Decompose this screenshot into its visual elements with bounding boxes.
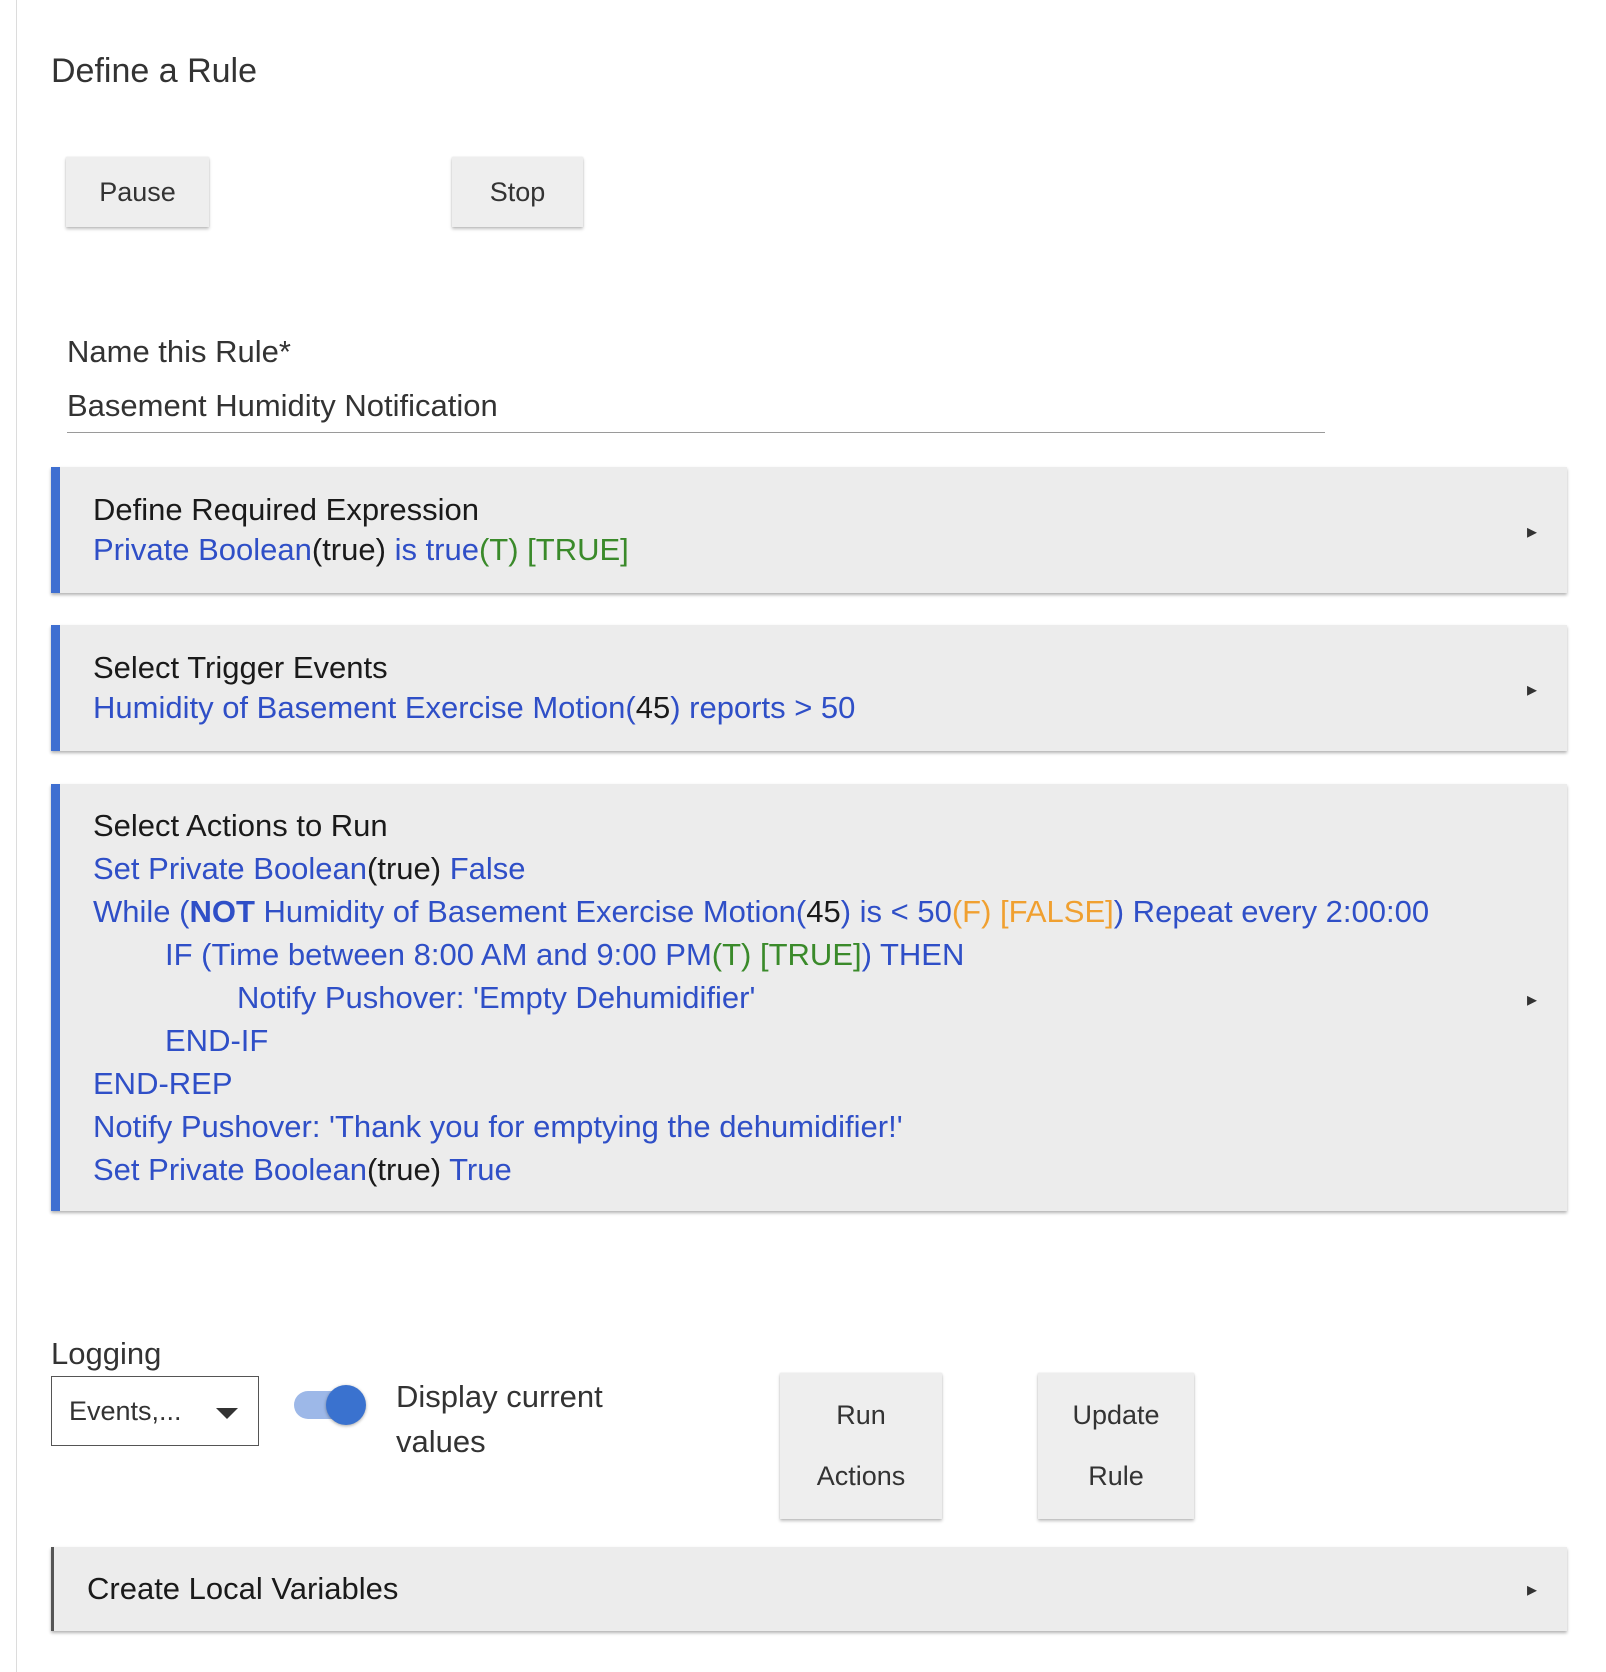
trigger-events-panel[interactable]: Select Trigger Events Humidity of Baseme…	[51, 625, 1567, 751]
action-line: Notify Pushover: 'Thank you for emptying…	[93, 1109, 903, 1144]
trigger-part: Humidity of Basement Exercise Motion(	[93, 690, 636, 725]
required-expression-panel[interactable]: Define Required Expression Private Boole…	[51, 467, 1567, 593]
run-actions-button[interactable]: Run Actions	[780, 1373, 942, 1519]
action-part: IF (Time between 8:00 AM and 9:00 PM	[165, 937, 712, 972]
action-part: True	[441, 1152, 512, 1187]
action-part: (true)	[367, 1152, 442, 1187]
action-line: Set Private Boolean(true) False	[93, 847, 1567, 890]
action-part: Set Private Boolean	[93, 1152, 368, 1187]
action-line: END-REP	[93, 1066, 233, 1101]
required-expression-heading: Define Required Expression	[93, 492, 479, 527]
update-rule-label-line1: Update	[1072, 1400, 1160, 1430]
action-line: END-IF	[165, 1023, 269, 1058]
rule-name-label: Name this Rule*	[67, 334, 291, 369]
action-part: 45	[806, 894, 841, 929]
logging-select-value: Events,...	[69, 1395, 182, 1426]
action-part: Set Private Boolean	[93, 851, 368, 886]
left-border	[16, 0, 17, 1672]
action-part: ) is < 50	[840, 894, 952, 929]
expand-arrow-icon[interactable]: ▸	[1527, 987, 1537, 1012]
action-part: ) THEN	[861, 937, 965, 972]
action-part: (T) [TRUE]	[711, 937, 862, 972]
expr-part: (T) [TRUE]	[478, 532, 629, 567]
action-part: (F) [FALSE]	[951, 894, 1114, 929]
rule-name-input[interactable]	[67, 380, 1325, 433]
action-part: NOT	[189, 894, 255, 929]
expand-arrow-icon[interactable]: ▸	[1527, 519, 1537, 544]
required-expression-summary: Private Boolean(true) is true(T) [TRUE]	[93, 528, 1567, 571]
action-part: (true)	[367, 851, 442, 886]
trigger-part: ) reports > 50	[670, 690, 856, 725]
trigger-events-summary: Humidity of Basement Exercise Motion(45)…	[93, 686, 1567, 729]
local-variables-panel[interactable]: Create Local Variables ▸	[51, 1547, 1567, 1631]
page-title: Define a Rule	[51, 52, 258, 90]
action-part: ) Repeat every 2:00:00	[1113, 894, 1430, 929]
actions-panel[interactable]: Select Actions to Run Set Private Boolea…	[51, 784, 1567, 1211]
expr-part: is true	[385, 532, 479, 567]
trigger-events-heading: Select Trigger Events	[93, 650, 388, 685]
logging-select[interactable]: Events,...	[51, 1376, 259, 1446]
expr-part: Private Boolean	[93, 532, 312, 567]
action-part: False	[441, 851, 526, 886]
action-line: Set Private Boolean(true) True	[93, 1148, 1567, 1191]
toggle-knob	[326, 1385, 366, 1425]
run-actions-label-line2: Actions	[816, 1461, 906, 1491]
action-line: IF (Time between 8:00 AM and 9:00 PM(T) …	[93, 933, 1567, 976]
logging-label: Logging	[51, 1336, 162, 1371]
action-line: While (NOT Humidity of Basement Exercise…	[93, 890, 1567, 933]
expand-arrow-icon[interactable]: ▸	[1527, 677, 1537, 702]
trigger-part: 45	[635, 690, 671, 725]
actions-heading: Select Actions to Run	[93, 808, 388, 843]
stop-button[interactable]: Stop	[452, 157, 583, 227]
run-actions-label-line1: Run	[836, 1400, 886, 1430]
action-line: Notify Pushover: 'Empty Dehumidifier'	[237, 980, 756, 1015]
display-values-label: Display current values	[396, 1379, 603, 1459]
chevron-down-icon	[216, 1408, 238, 1419]
display-values-toggle[interactable]	[292, 1385, 366, 1427]
expand-arrow-icon[interactable]: ▸	[1527, 1577, 1537, 1602]
update-rule-button[interactable]: Update Rule	[1038, 1373, 1194, 1519]
update-rule-label-line2: Rule	[1088, 1461, 1144, 1491]
local-variables-heading: Create Local Variables	[87, 1571, 399, 1606]
action-part: Humidity of Basement Exercise Motion(	[254, 894, 807, 929]
expr-part: (true)	[311, 532, 386, 567]
pause-button[interactable]: Pause	[66, 157, 209, 227]
action-part: While (	[93, 894, 190, 929]
